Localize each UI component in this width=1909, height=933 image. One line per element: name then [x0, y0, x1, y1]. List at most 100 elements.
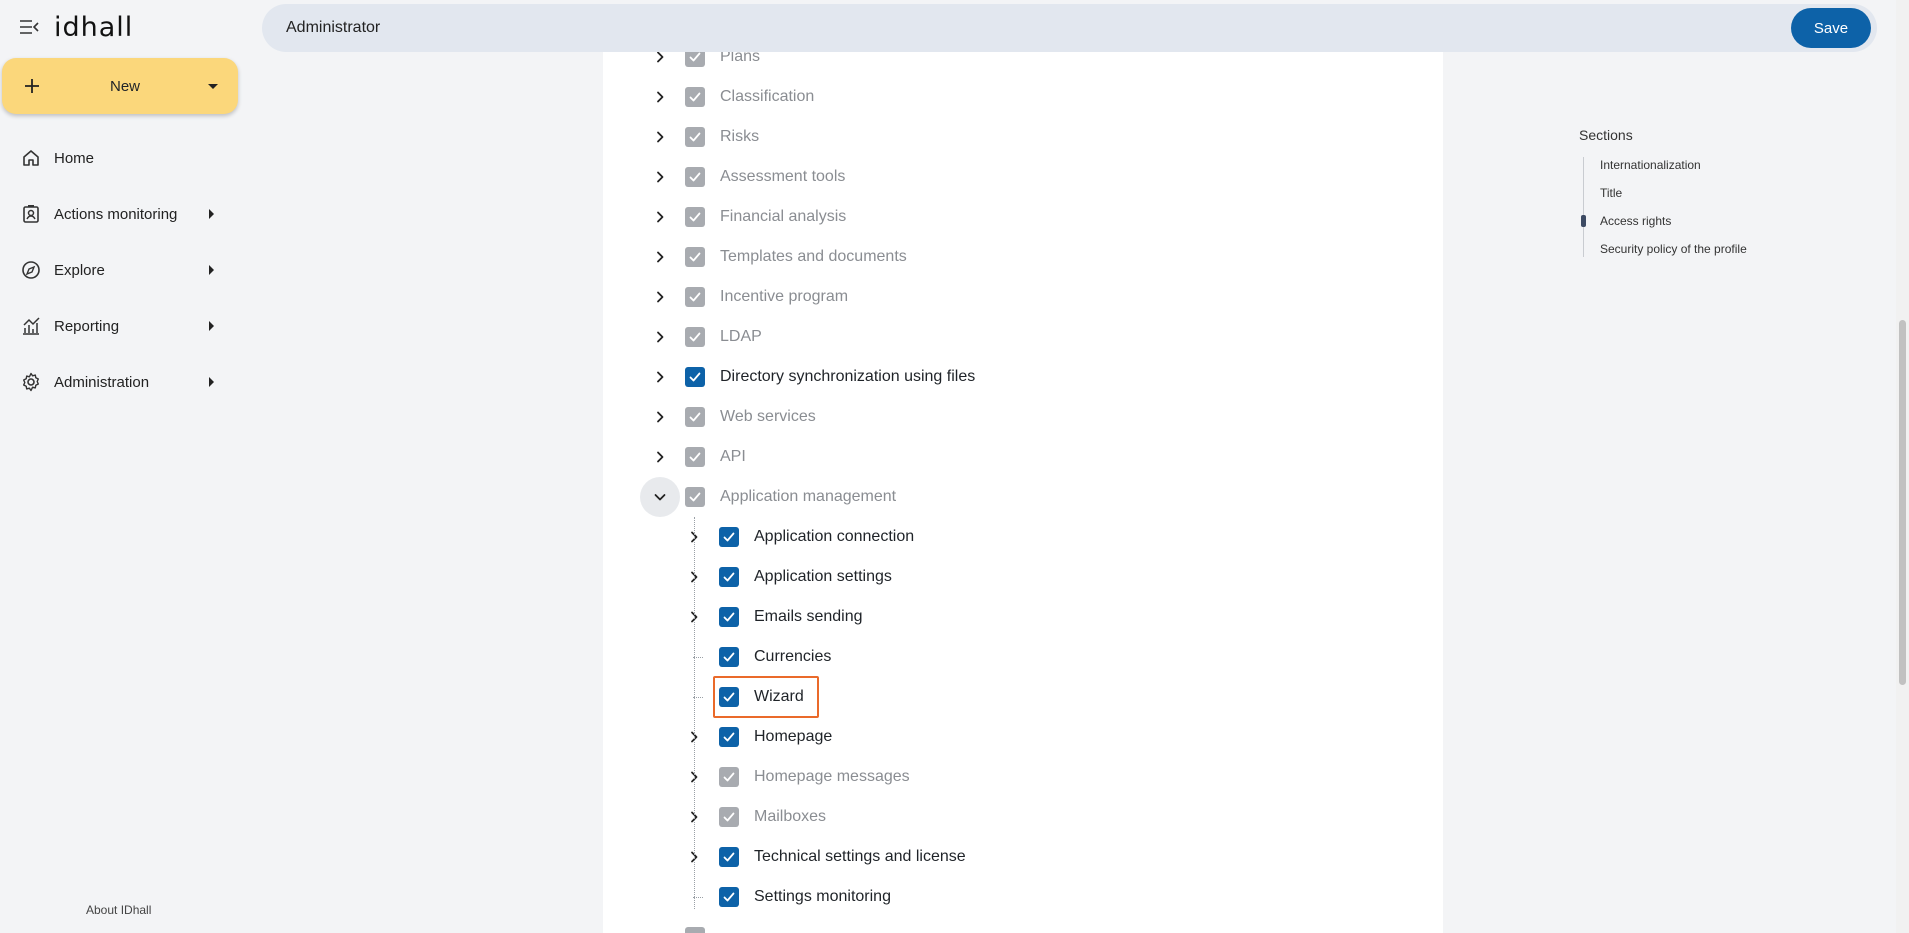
sidebar-item-reporting[interactable]: Reporting — [0, 298, 240, 354]
chevron-right-icon[interactable] — [640, 317, 680, 357]
chevron-right-icon[interactable] — [640, 157, 680, 197]
chevron-down-icon[interactable] — [640, 477, 680, 517]
tree-row-application-management: Application management — [603, 477, 1443, 517]
caret-right-icon — [209, 265, 214, 275]
checkbox[interactable] — [685, 167, 705, 187]
tree-row-label: Settings monitoring — [754, 888, 891, 905]
tree-row-label: Homepage — [754, 728, 833, 745]
section-link-access-rights[interactable]: Access rights — [1581, 213, 1759, 229]
caret-right-icon — [209, 209, 214, 219]
checkbox[interactable] — [685, 367, 705, 387]
chevron-right-icon[interactable] — [640, 52, 680, 77]
new-button[interactable]: New — [2, 58, 238, 114]
tree-row-web-services: Web services — [603, 397, 1443, 437]
menu-collapse-icon[interactable] — [18, 16, 40, 38]
checkbox[interactable] — [685, 247, 705, 267]
save-button[interactable]: Save — [1791, 8, 1871, 48]
tree-row-ldap: LDAP — [603, 317, 1443, 357]
chevron-right-icon[interactable] — [640, 277, 680, 317]
checkbox[interactable] — [685, 127, 705, 147]
sidebar-item-explore[interactable]: Explore — [0, 242, 240, 298]
tree-row-label: Web services — [720, 408, 816, 425]
checkbox[interactable] — [719, 647, 739, 667]
checkbox[interactable] — [685, 407, 705, 427]
checkbox[interactable] — [719, 847, 739, 867]
page-scrollbar[interactable] — [1896, 0, 1909, 933]
checkbox[interactable] — [685, 287, 705, 307]
sidebar-item-label: Actions monitoring — [54, 205, 178, 223]
access-rights-panel: Plans Classification Risks Assessment tools… — [603, 52, 1443, 933]
checkbox[interactable] — [719, 527, 739, 547]
tree-row-api: API — [603, 437, 1443, 477]
tree-row-plans: Plans — [603, 52, 1443, 77]
checkbox[interactable] — [685, 52, 705, 67]
tree-row-mailboxes: Mailboxes — [603, 797, 1443, 837]
checkbox[interactable] — [685, 487, 705, 507]
chevron-right-icon[interactable] — [640, 357, 680, 397]
tree-guide-line — [694, 517, 695, 909]
checkbox[interactable] — [719, 767, 739, 787]
chevron-right-icon[interactable] — [640, 77, 680, 117]
tree-row-label: Incentive program — [720, 288, 849, 305]
sidebar: idhall New Home Actions monitoring Explo… — [0, 0, 250, 933]
tree-row-label: Homepage messages — [754, 768, 910, 785]
sidebar-item-home[interactable]: Home — [0, 130, 240, 186]
brand: idhall — [18, 12, 133, 43]
chevron-right-icon[interactable] — [640, 197, 680, 237]
tree-row-technical-settings-and-license: Technical settings and license — [603, 837, 1443, 877]
section-link-title[interactable]: Title — [1584, 185, 1759, 201]
home-icon — [20, 147, 42, 169]
idhall-logo[interactable]: idhall — [54, 12, 133, 43]
sidebar-item-label: Home — [54, 149, 95, 167]
tree-row-application-settings: Application settings — [603, 557, 1443, 597]
tree-row-label: Application settings — [754, 568, 892, 585]
checkbox[interactable] — [719, 607, 739, 627]
plus-icon — [22, 76, 42, 96]
scrollbar-thumb[interactable] — [1899, 320, 1906, 685]
sidebar-item-actions-monitoring[interactable]: Actions monitoring — [0, 186, 240, 242]
clipboard-user-icon — [20, 203, 42, 225]
tree-row-label: Financial analysis — [720, 208, 847, 225]
tree-row-settings-monitoring: Settings monitoring — [603, 877, 1443, 917]
page-title: Administrator — [286, 19, 381, 36]
checkbox[interactable] — [719, 567, 739, 587]
caret-right-icon — [209, 321, 214, 331]
checkbox[interactable] — [719, 727, 739, 747]
checkbox[interactable] — [685, 927, 705, 933]
sidebar-item-label: Explore — [54, 261, 105, 279]
chevron-right-icon[interactable] — [640, 117, 680, 157]
tree-row-label: LDAP — [720, 328, 762, 345]
chevron-right-icon[interactable] — [640, 437, 680, 477]
tree-row-incentive-program: Incentive program — [603, 277, 1443, 317]
tree-row-label: Mailboxes — [754, 808, 827, 825]
section-link-security-policy[interactable]: Security policy of the profile — [1584, 241, 1759, 257]
about-link[interactable]: About IDhall — [86, 903, 151, 917]
checkbox[interactable] — [685, 87, 705, 107]
tree-row-homepage-messages: Homepage messages — [603, 757, 1443, 797]
tree-row-label: Currencies — [754, 648, 832, 665]
tree-row-label: Plans — [720, 52, 761, 65]
tree-row-classification: Classification — [603, 77, 1443, 117]
compass-icon — [20, 259, 42, 281]
checkbox[interactable] — [685, 447, 705, 467]
tree-row-templates-and-documents: Templates and documents — [603, 237, 1443, 277]
tree-row-label: Emails sending — [754, 608, 863, 625]
sidebar-item-administration[interactable]: Administration — [0, 354, 240, 410]
checkbox[interactable] — [719, 887, 739, 907]
tree-row-financial-analysis: Financial analysis — [603, 197, 1443, 237]
checkbox[interactable] — [685, 207, 705, 227]
tree-row-application-connection: Application connection — [603, 517, 1443, 557]
sidebar-nav: Home Actions monitoring Explore Reportin… — [0, 130, 240, 410]
sidebar-item-label: Administration — [54, 373, 150, 391]
tree-row-label: Assessment tools — [720, 168, 846, 185]
tree-row-label: Directory synchronization using files — [720, 368, 976, 385]
tree-row-label: Risks — [720, 128, 760, 145]
tree-row-emails-sending: Emails sending — [603, 597, 1443, 637]
checkbox[interactable] — [685, 327, 705, 347]
section-link-internationalization[interactable]: Internationalization — [1584, 157, 1759, 173]
new-button-label: New — [109, 77, 140, 95]
sections-title: Sections — [1579, 127, 1633, 143]
checkbox[interactable] — [719, 807, 739, 827]
chevron-right-icon[interactable] — [640, 397, 680, 437]
chevron-right-icon[interactable] — [640, 237, 680, 277]
